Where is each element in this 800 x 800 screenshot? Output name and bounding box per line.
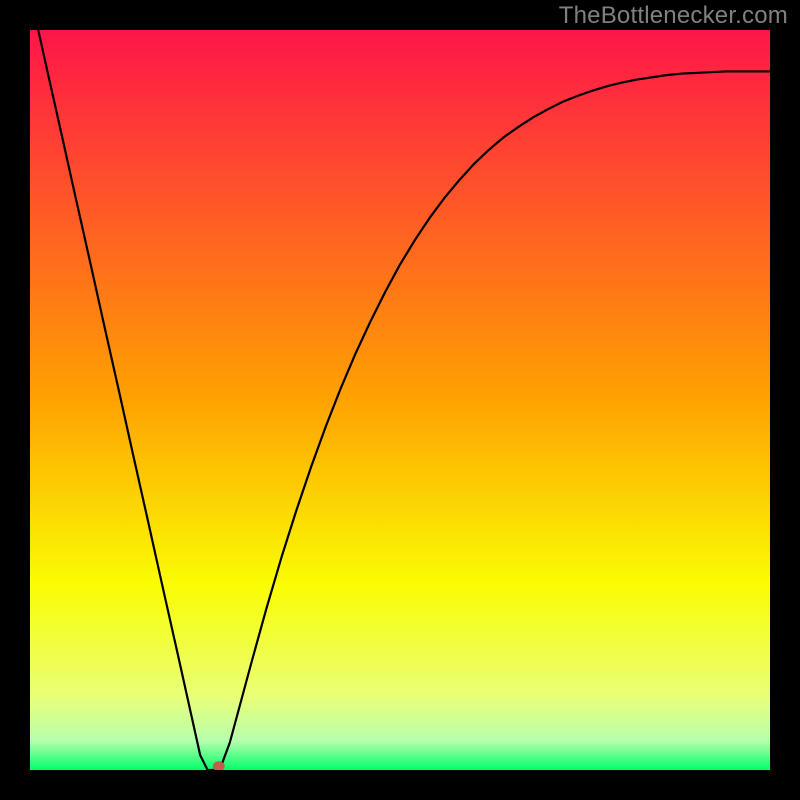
plot-area [30,30,770,770]
watermark-text: TheBottlenecker.com [559,2,788,30]
chart-svg [30,30,770,770]
plot-background [30,30,770,770]
chart-container: TheBottlenecker.com [0,0,800,800]
